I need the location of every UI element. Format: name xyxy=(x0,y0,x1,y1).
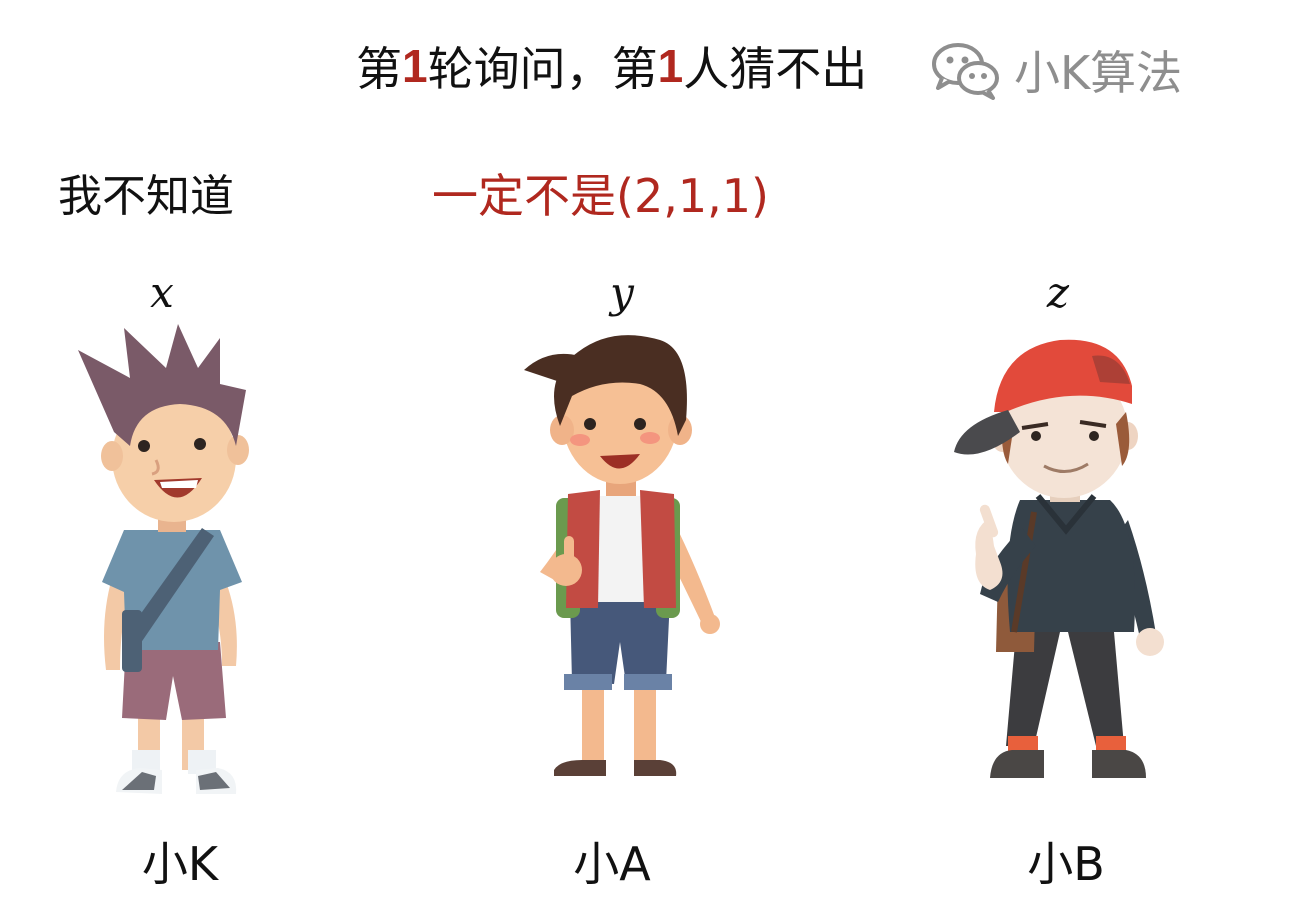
variable-x: x xyxy=(150,268,174,317)
title-person-number: 1 xyxy=(657,40,684,92)
title-part-3: 人猜不出 xyxy=(683,42,868,96)
conclusion-text: 一定不是(2,1,1) xyxy=(432,169,769,223)
person-name-xiaob: 小B xyxy=(1027,837,1105,891)
speech-text: 我不知道 xyxy=(58,171,234,222)
page-title: 第 1 轮询问，第 1 人猜不出 xyxy=(356,34,867,98)
variable-z: z xyxy=(1046,268,1070,317)
brand-name: 小K算法 xyxy=(1014,46,1183,100)
person-name-xiaoa: 小A xyxy=(573,837,651,891)
person-name-xiaok: 小K xyxy=(141,837,219,891)
person-xiaoa-illustration xyxy=(524,335,720,776)
title-part-1: 第 xyxy=(356,42,402,96)
title-round-number: 1 xyxy=(402,40,428,92)
brand-logo: 小K算法 xyxy=(930,38,1182,102)
variable-y: y xyxy=(610,268,634,317)
person-xiaok-illustration xyxy=(78,324,249,794)
wechat-icon xyxy=(932,43,999,100)
person-xiaob-illustration xyxy=(954,339,1164,778)
title-part-2: 轮询问，第 xyxy=(427,42,658,96)
